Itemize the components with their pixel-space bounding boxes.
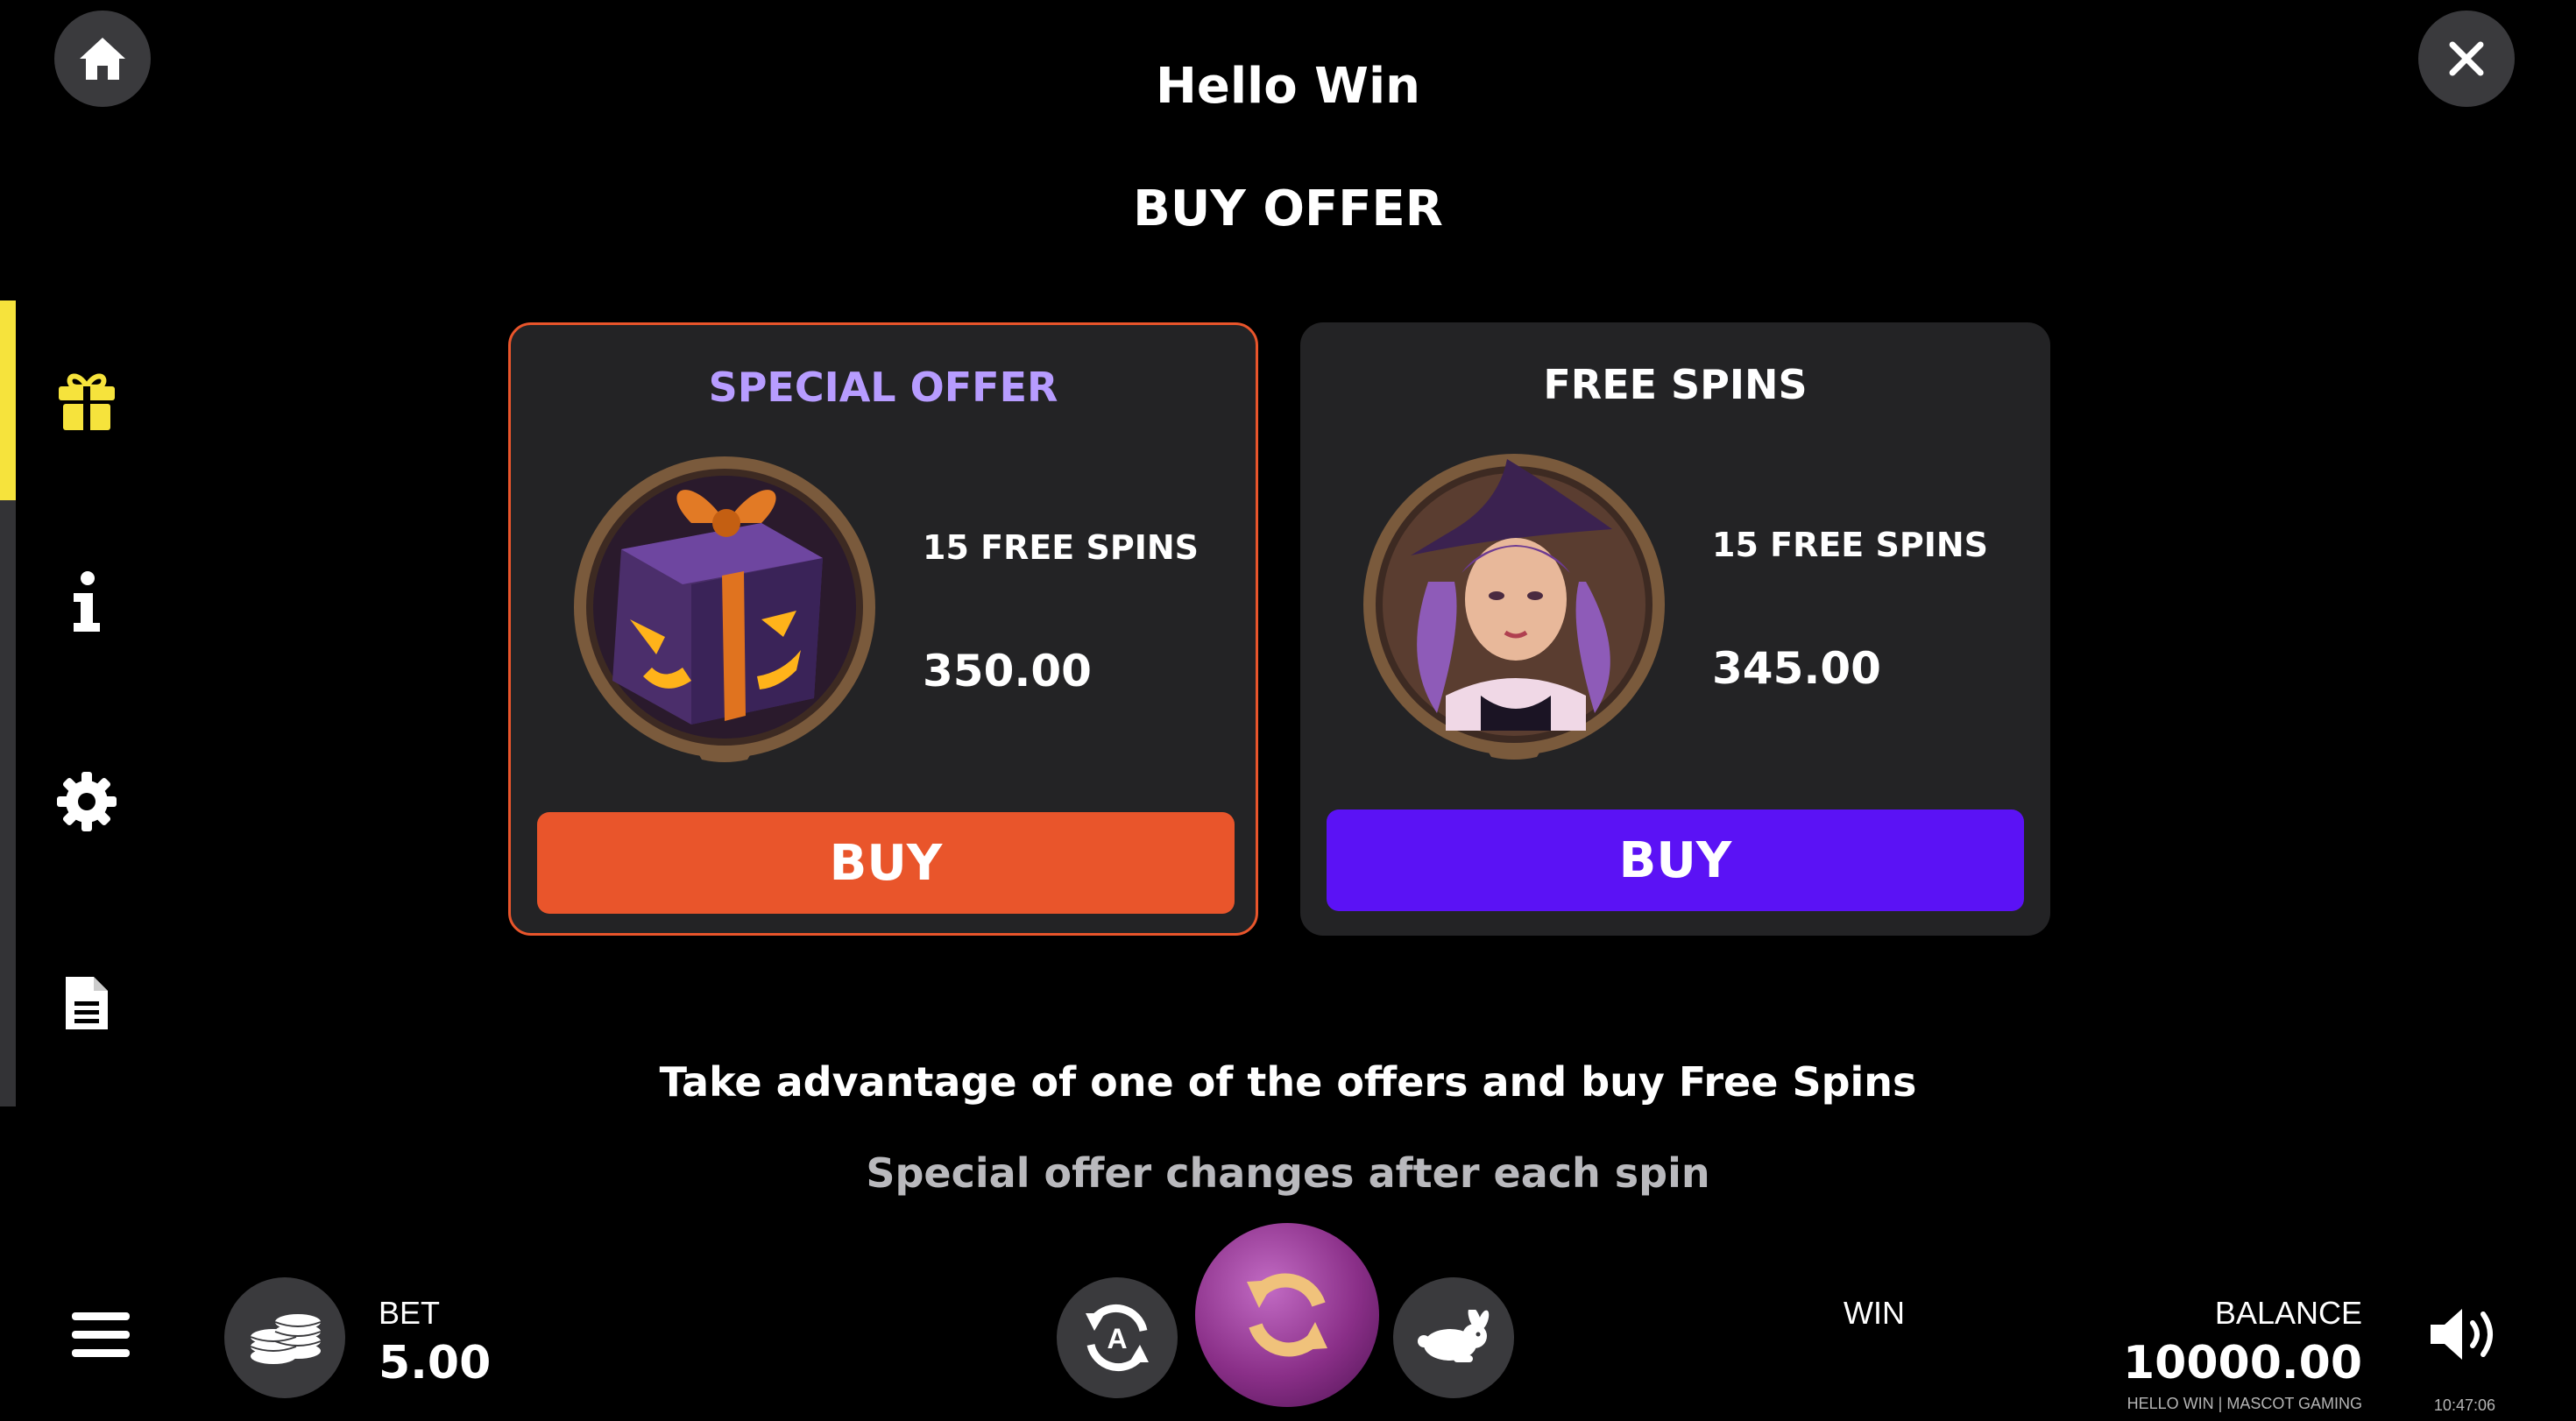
autoplay-icon: A xyxy=(1086,1304,1149,1372)
balance-value: 10000.00 xyxy=(2122,1337,2362,1389)
coins-icon xyxy=(250,1314,322,1364)
spin-arrows-icon xyxy=(1247,1273,1327,1357)
offer-description: Take advantage of one of the offers and … xyxy=(659,1058,1917,1106)
free-spins-title: FREE SPINS xyxy=(1543,361,1808,408)
sidebar-item-settings[interactable] xyxy=(49,764,124,839)
speaker-icon xyxy=(2431,1309,2493,1360)
spin-button[interactable] xyxy=(1195,1223,1379,1407)
bet-label: BET xyxy=(379,1295,441,1331)
turbo-button[interactable] xyxy=(1393,1277,1514,1398)
document-icon xyxy=(66,977,108,1029)
gift-icon xyxy=(59,373,115,430)
balance-label: BALANCE xyxy=(2214,1295,2362,1331)
autoplay-button[interactable]: A xyxy=(1057,1277,1178,1398)
sidebar-item-rules[interactable] xyxy=(49,965,124,1041)
special-offer-price: 350.00 xyxy=(923,646,1092,696)
free-spins-card: FREE SPINS 15 FREE SPINS 345.00 BUY xyxy=(1300,322,2050,936)
special-offer-card: SPECIAL OFFER 15 FREE SPINS 350.00 BUY xyxy=(508,322,1258,936)
gear-icon xyxy=(57,772,117,831)
section-title: BUY OFFER xyxy=(1133,180,1443,237)
info-icon xyxy=(74,571,100,632)
sidebar-item-buy-offer[interactable] xyxy=(49,363,124,438)
hamburger-menu-icon xyxy=(72,1312,130,1357)
special-offer-buy-button[interactable]: BUY xyxy=(537,812,1235,914)
special-offer-spins: 15 FREE SPINS xyxy=(923,528,1200,567)
win-label: WIN xyxy=(1844,1295,1905,1331)
bet-button[interactable] xyxy=(224,1277,345,1398)
gift-box-image xyxy=(574,456,875,762)
special-offer-title: SPECIAL OFFER xyxy=(708,364,1058,411)
brand-text: HELLO WIN | MASCOT GAMING xyxy=(2127,1395,2362,1412)
witch-image xyxy=(1363,454,1665,760)
page-title: Hello Win xyxy=(1155,58,1421,115)
sound-button[interactable] xyxy=(2427,1305,2501,1367)
free-spins-price: 345.00 xyxy=(1712,643,1881,694)
free-spins-buy-button[interactable]: BUY xyxy=(1327,809,2024,911)
bet-value: 5.00 xyxy=(379,1337,492,1389)
free-spins-count: 15 FREE SPINS xyxy=(1712,526,1989,564)
sidebar-item-info[interactable] xyxy=(49,564,124,640)
sidebar-active-indicator xyxy=(0,300,16,500)
clock-text: 10:47:06 xyxy=(2433,1396,2495,1414)
rabbit-icon xyxy=(1418,1310,1490,1362)
menu-button[interactable] xyxy=(72,1311,130,1363)
svg-text:A: A xyxy=(1107,1323,1127,1354)
offer-note: Special offer changes after each spin xyxy=(866,1149,1710,1197)
